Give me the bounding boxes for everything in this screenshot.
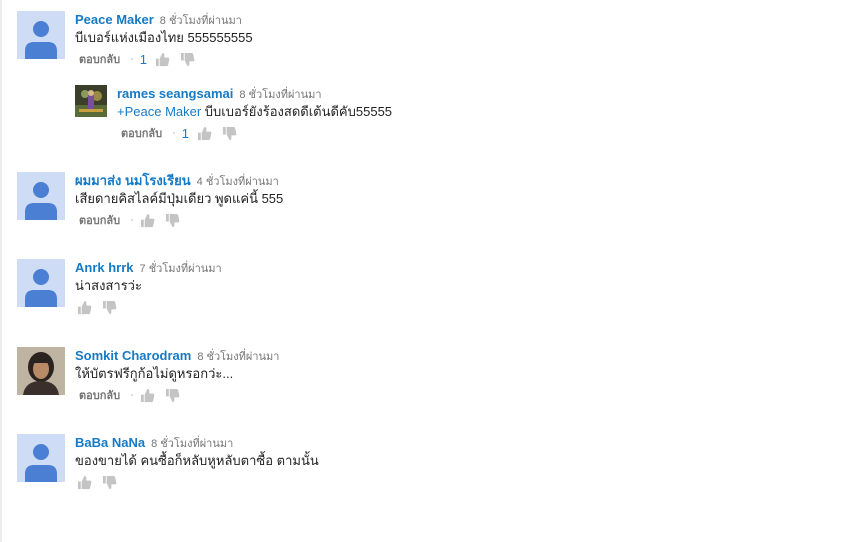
reply-text: บีบเบอร์ยังร้องสดดีเต้นดีคับ55555 — [201, 104, 393, 119]
comment-author-link[interactable]: Somkit Charodram — [75, 348, 191, 363]
comment-author-link[interactable]: Anrk hrrk — [75, 260, 134, 275]
comment-header: Anrk hrrk 7 ชั่วโมงที่ผ่านมา — [75, 259, 855, 276]
comment-header: Peace Maker 8 ชั่วโมงที่ผ่านมา — [75, 11, 855, 28]
thumbs-up-icon[interactable] — [77, 300, 92, 315]
user-photo-avatar[interactable] — [75, 85, 107, 117]
comment-actions: ตอบกลับ · — [75, 211, 855, 229]
separator-dot: · — [130, 53, 134, 65]
default-avatar-icon[interactable] — [17, 259, 65, 307]
comment-author-link[interactable]: BaBa NaNa — [75, 435, 145, 450]
thumbs-up-icon[interactable] — [155, 52, 170, 67]
comment-actions: ตอบกลับ · 1 — [75, 50, 855, 68]
default-avatar-icon[interactable] — [17, 11, 65, 59]
comment-timestamp[interactable]: 8 ชั่วโมงที่ผ่านมา — [197, 351, 279, 363]
user-photo-avatar[interactable] — [17, 347, 65, 395]
thumbs-down-icon[interactable] — [165, 388, 180, 403]
left-divider — [0, 0, 2, 542]
like-count: 1 — [139, 51, 148, 67]
thumbs-down-icon[interactable] — [102, 300, 117, 315]
thumbs-down-icon[interactable] — [165, 213, 180, 228]
reply-button[interactable]: ตอบกลับ — [79, 386, 120, 404]
comment-actions — [75, 298, 855, 316]
comment-text: ของขายได้ คนซื้อก็หลับหูหลับตาซื้อ ตามนั… — [75, 453, 319, 468]
comment-text: +Peace Maker บีบเบอร์ยังร้องสดดีเต้นดีคั… — [117, 103, 855, 120]
thumbs-up-icon[interactable] — [77, 475, 92, 490]
thumbs-up-icon[interactable] — [140, 388, 155, 403]
comment-header: Somkit Charodram 8 ชั่วโมงที่ผ่านมา — [75, 347, 855, 364]
comment-text: ให้บัตรฟรีกูก้อไม่ดูหรอกว่ะ... — [75, 366, 234, 381]
comment-actions — [75, 473, 855, 491]
separator-dot: · — [172, 127, 176, 139]
comment-author-link[interactable]: ผมมาส่ง นมโรงเรียน — [75, 173, 191, 188]
comment-timestamp[interactable]: 7 ชั่วโมงที่ผ่านมา — [140, 263, 222, 275]
comment-text: บีเบอร์แห่งเมืองไทย 555555555 — [75, 30, 253, 45]
mention-link[interactable]: +Peace Maker — [117, 104, 201, 119]
comment-text: น่าสงสารว่ะ — [75, 278, 142, 293]
comment-actions: ตอบกลับ · 1 — [117, 124, 855, 142]
thumbs-down-icon[interactable] — [180, 52, 195, 67]
comment-text: เสียดายคิสไลค์มีปุ่มเดียว พูดแค่นี้ 555 — [75, 191, 284, 206]
comment-actions: ตอบกลับ · — [75, 386, 855, 404]
comment-timestamp[interactable]: 8 ชั่วโมงที่ผ่านมา — [239, 89, 321, 101]
comment-timestamp[interactable]: 4 ชั่วโมงที่ผ่านมา — [197, 176, 279, 188]
reply-button[interactable]: ตอบกลับ — [121, 124, 162, 142]
thumbs-up-icon[interactable] — [140, 213, 155, 228]
thumbs-down-icon[interactable] — [222, 126, 237, 141]
reply-button[interactable]: ตอบกลับ — [79, 50, 120, 68]
comment-header: ผมมาส่ง นมโรงเรียน 4 ชั่วโมงที่ผ่านมา — [75, 172, 855, 189]
reply-button[interactable]: ตอบกลับ — [79, 211, 120, 229]
like-count: 1 — [181, 125, 190, 141]
comment-timestamp[interactable]: 8 ชั่วโมงที่ผ่านมา — [160, 15, 242, 27]
separator-dot: · — [130, 214, 134, 226]
thumbs-up-icon[interactable] — [197, 126, 212, 141]
comment-author-link[interactable]: rames seangsamai — [117, 86, 233, 101]
default-avatar-icon[interactable] — [17, 172, 65, 220]
comment-header: BaBa NaNa 8 ชั่วโมงที่ผ่านมา — [75, 434, 855, 451]
thumbs-down-icon[interactable] — [102, 475, 117, 490]
comment-timestamp[interactable]: 8 ชั่วโมงที่ผ่านมา — [151, 438, 233, 450]
comment-header: rames seangsamai 8 ชั่วโมงที่ผ่านมา — [117, 85, 855, 102]
separator-dot: · — [130, 389, 134, 401]
default-avatar-icon[interactable] — [17, 434, 65, 482]
comment-author-link[interactable]: Peace Maker — [75, 12, 154, 27]
